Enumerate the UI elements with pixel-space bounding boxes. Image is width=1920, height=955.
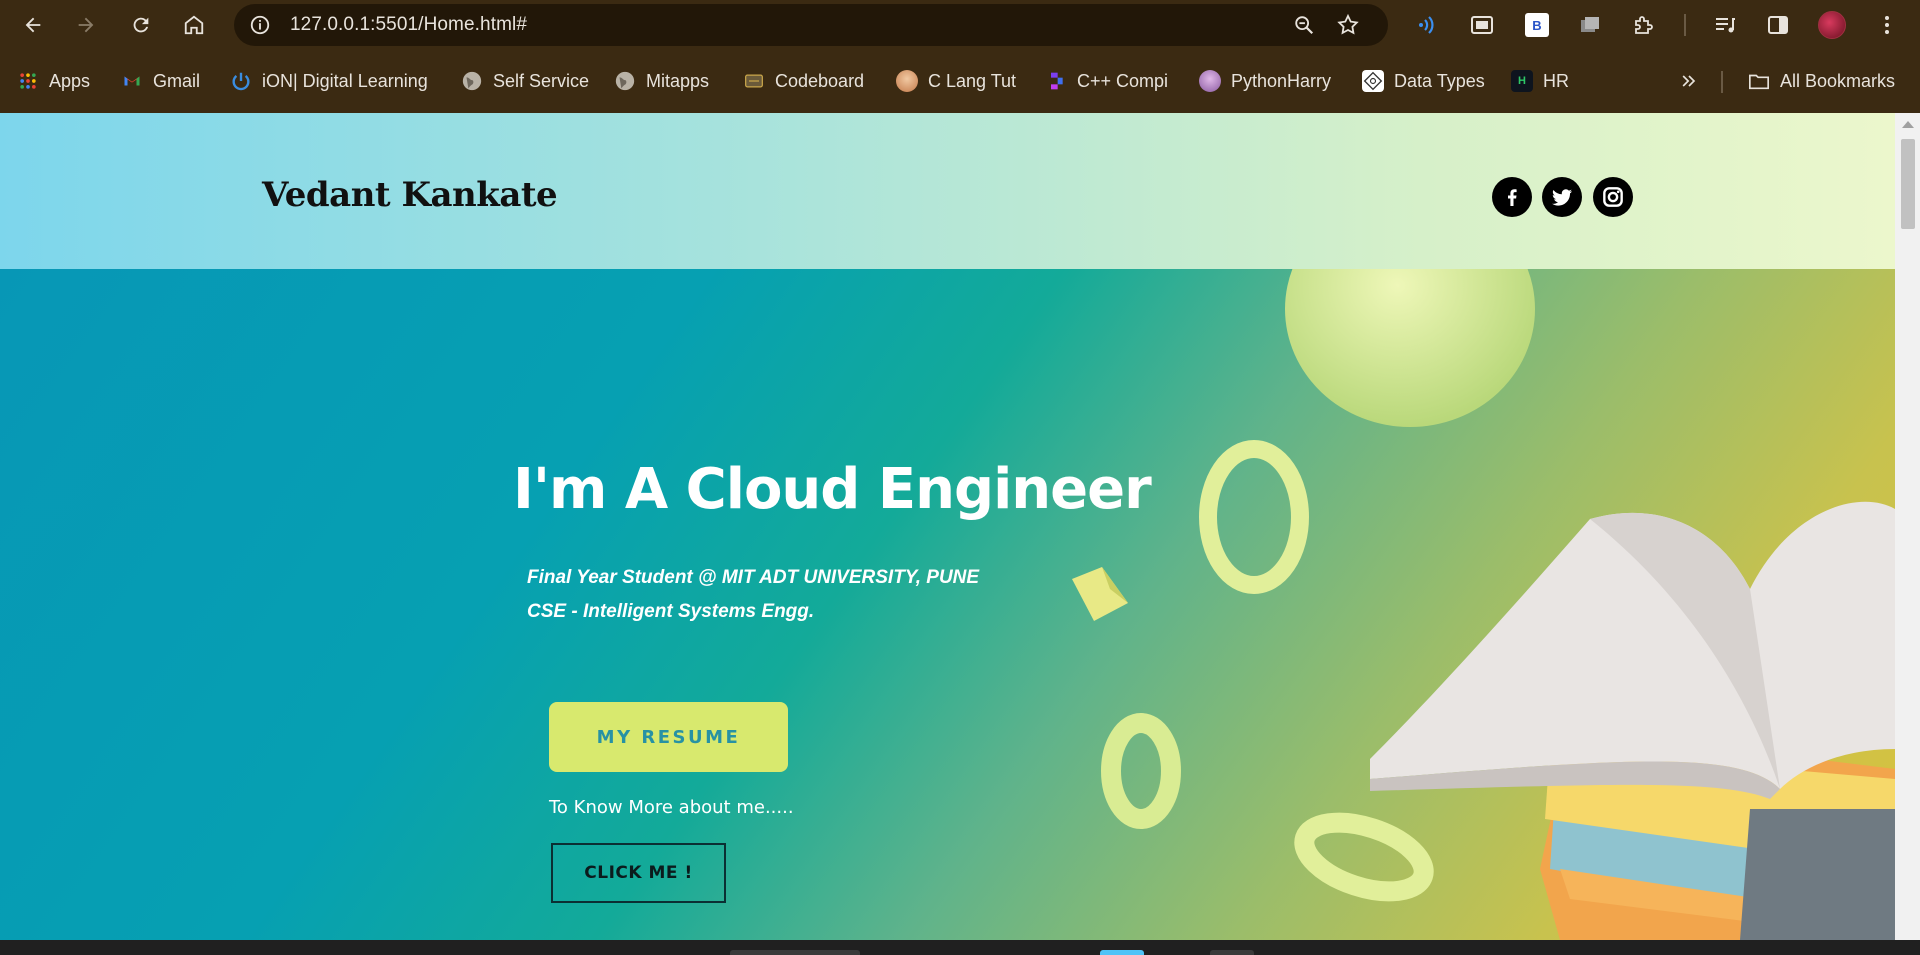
- decorative-ring: [1199, 440, 1309, 594]
- toolbar-separator: [1684, 14, 1686, 36]
- hero-section: I'm A Cloud Engineer Final Year Student …: [0, 269, 1895, 940]
- folder-icon: [1748, 70, 1770, 92]
- know-more-text: To Know More about me.....: [549, 797, 794, 818]
- bookmarks-bar: Apps Gmail iON| Digital Learning Self Se…: [0, 51, 1920, 113]
- os-taskbar: [0, 940, 1920, 955]
- reload-button[interactable]: [124, 8, 158, 42]
- back-button[interactable]: [16, 8, 50, 42]
- facebook-icon[interactable]: [1492, 177, 1532, 217]
- all-bookmarks-label: All Bookmarks: [1780, 70, 1896, 91]
- bookmark-label: iON| Digital Learning: [262, 70, 428, 91]
- home-button[interactable]: [177, 8, 211, 42]
- all-bookmarks-button[interactable]: All Bookmarks: [1748, 63, 1895, 99]
- hero-subtitle-university: Final Year Student @ MIT ADT UNIVERSITY,…: [527, 567, 980, 588]
- page-scrollbar[interactable]: [1895, 113, 1920, 940]
- browser-toolbar: 127.0.0.1:5501/Home.html# B: [0, 0, 1920, 51]
- apps-grid-icon: [17, 70, 39, 92]
- address-bar[interactable]: 127.0.0.1:5501/Home.html#: [234, 4, 1388, 46]
- bookmark-label: Self Service: [493, 70, 590, 91]
- bookmark-hr[interactable]: H HR: [1511, 63, 1569, 99]
- home-icon: [184, 15, 204, 35]
- picture-in-picture-icon[interactable]: [1468, 11, 1496, 39]
- power-icon: [230, 70, 252, 92]
- bookmark-label: C++ Compi: [1077, 70, 1169, 91]
- taskbar-item[interactable]: [1100, 950, 1144, 955]
- side-panel-icon[interactable]: [1764, 11, 1792, 39]
- site-header: Vedant Kankate: [0, 113, 1895, 269]
- bookmark-label: Mitapps: [646, 70, 710, 91]
- replit-icon: [1045, 70, 1067, 92]
- page-viewport: Vedant Kankate I'm A Cloud Engineer Fina…: [0, 113, 1895, 940]
- twitter-icon[interactable]: [1542, 177, 1582, 217]
- bookmark-label: Data Types: [1394, 70, 1485, 91]
- decorative-sphere: [1285, 269, 1535, 427]
- forward-arrow-icon: [78, 17, 94, 33]
- globe-icon: [461, 70, 483, 92]
- bookmark-star-icon[interactable]: [1336, 13, 1360, 37]
- reload-icon: [133, 17, 149, 33]
- scroll-thumb[interactable]: [1901, 139, 1915, 229]
- bookmark-gmail[interactable]: Gmail: [121, 63, 200, 99]
- bookmark-label: Apps: [49, 70, 91, 91]
- click-me-button[interactable]: CLICK ME !: [551, 843, 726, 903]
- taskbar-item[interactable]: [1210, 950, 1254, 955]
- bookmark-cpp-compi[interactable]: C++ Compi: [1045, 63, 1168, 99]
- bookmark-pythonharry[interactable]: PythonHarry: [1199, 63, 1331, 99]
- url-text[interactable]: 127.0.0.1:5501/Home.html#: [290, 4, 527, 46]
- brand-name[interactable]: Vedant Kankate: [262, 175, 558, 215]
- profile-avatar[interactable]: [1818, 11, 1846, 39]
- bookmark-label: Codeboard: [775, 70, 865, 91]
- books-illustration: [1370, 501, 1895, 940]
- hero-subtitle-branch: CSE - Intelligent Systems Engg.: [527, 601, 815, 622]
- forward-button[interactable]: [69, 8, 103, 42]
- scroll-up-arrow-icon[interactable]: [1902, 121, 1914, 128]
- bookmark-label: HR: [1543, 70, 1569, 91]
- bookmark-label: C Lang Tut: [928, 70, 1017, 91]
- taskbar-item[interactable]: [730, 950, 860, 955]
- gmail-icon: [121, 70, 143, 92]
- hero-title: I'm A Cloud Engineer: [513, 457, 1152, 522]
- bookmarks-overflow-button[interactable]: [1678, 63, 1700, 99]
- zoom-icon[interactable]: [1292, 13, 1316, 37]
- codeboard-icon: [743, 70, 765, 92]
- hackerrank-icon: H: [1511, 70, 1533, 92]
- chevron-double-right-icon: [1678, 70, 1700, 92]
- bookmark-apps[interactable]: Apps: [17, 63, 90, 99]
- avatar-icon: [896, 70, 918, 92]
- bookmark-label: PythonHarry: [1231, 70, 1332, 91]
- menu-kebab-icon[interactable]: [1873, 11, 1901, 39]
- bookmark-ion[interactable]: iON| Digital Learning: [230, 63, 428, 99]
- bookmarks-separator: [1721, 71, 1723, 93]
- bookmark-data-types[interactable]: Data Types: [1362, 63, 1485, 99]
- bookmark-c-lang-tut[interactable]: C Lang Tut: [896, 63, 1016, 99]
- back-arrow-icon: [25, 17, 41, 33]
- decorative-cube: [1072, 567, 1128, 621]
- bookmark-label: Gmail: [153, 70, 201, 91]
- media-controls-icon[interactable]: [1711, 11, 1739, 39]
- decorative-small-ring: [1101, 713, 1181, 829]
- extension-b-icon[interactable]: B: [1523, 11, 1551, 39]
- bookmark-self-service[interactable]: Self Service: [461, 63, 589, 99]
- avatar-icon: [1199, 70, 1221, 92]
- tab-manager-icon[interactable]: [1576, 11, 1604, 39]
- site-info-icon[interactable]: [248, 13, 272, 37]
- bookmark-codeboard[interactable]: Codeboard: [743, 63, 864, 99]
- read-aloud-icon[interactable]: [1413, 11, 1441, 39]
- my-resume-button[interactable]: MY RESUME: [549, 702, 788, 772]
- globe-icon: [614, 70, 636, 92]
- datatypes-icon: [1362, 70, 1384, 92]
- extensions-puzzle-icon[interactable]: [1630, 11, 1658, 39]
- bookmark-mitapps[interactable]: Mitapps: [614, 63, 709, 99]
- instagram-icon[interactable]: [1593, 177, 1633, 217]
